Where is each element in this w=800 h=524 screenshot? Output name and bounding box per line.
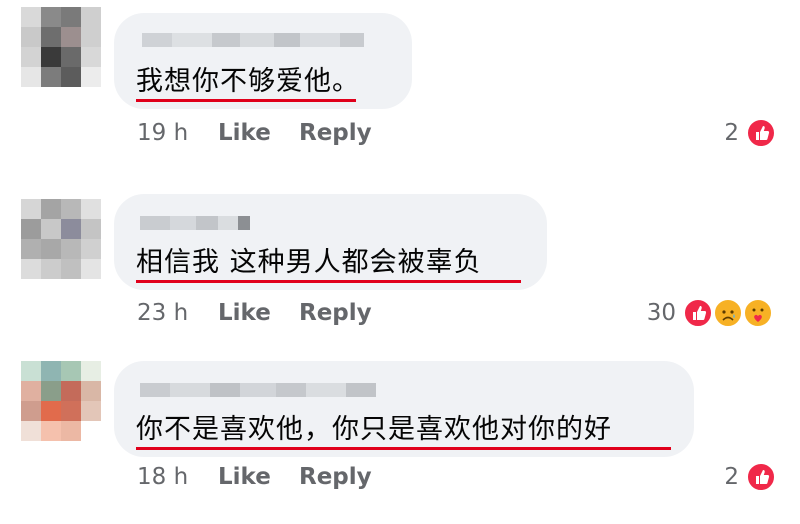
reply-button[interactable]: Reply [299, 300, 372, 326]
comment-bubble: 我想你不够爱他。 [114, 13, 412, 109]
avatar-pixel [81, 47, 101, 67]
avatar-pixel [21, 361, 41, 381]
author-name-blurred[interactable] [140, 383, 376, 397]
avatar-pixel [21, 67, 41, 87]
avatar-pixel [21, 219, 41, 239]
avatar-pixel [21, 381, 41, 401]
avatar-pixel [21, 7, 41, 27]
avatar-pixel [61, 361, 81, 381]
love-thumb-icon[interactable] [746, 118, 776, 148]
comment-text: 相信我 这种男人都会被辜负 [136, 247, 482, 278]
avatar-pixel [61, 47, 81, 67]
comment-bubble: 你不是喜欢他，你只是喜欢他对你的好 [114, 361, 694, 457]
avatar-pixel [21, 47, 41, 67]
avatar[interactable] [21, 199, 101, 279]
reaction-count[interactable]: 2 [715, 120, 739, 146]
timestamp[interactable]: 19 h [137, 120, 188, 146]
avatar-pixel [41, 259, 61, 279]
avatar-pixel [81, 7, 101, 27]
comment-text: 我想你不够爱他。 [136, 66, 360, 97]
avatar-pixel [41, 47, 61, 67]
avatar-pixel [21, 27, 41, 47]
like-button[interactable]: Like [218, 464, 271, 490]
avatar-pixel [81, 381, 101, 401]
text-underline [136, 280, 521, 283]
reply-button[interactable]: Reply [299, 464, 372, 490]
avatar-pixel [21, 239, 41, 259]
like-button[interactable]: Like [218, 120, 271, 146]
avatar-pixel [61, 219, 81, 239]
avatar-pixel [61, 7, 81, 27]
avatar-pixel [41, 401, 61, 421]
avatar-pixel [21, 401, 41, 421]
avatar-pixel [81, 401, 101, 421]
love-thumb-icon[interactable] [683, 298, 713, 328]
avatar-pixel [61, 27, 81, 47]
avatar-pixel [21, 199, 41, 219]
avatar-pixel [41, 27, 61, 47]
timestamp[interactable]: 18 h [137, 464, 188, 490]
care-icon[interactable] [743, 298, 773, 328]
avatar-pixel [81, 421, 101, 441]
comment-text: 你不是喜欢他，你只是喜欢他对你的好 [136, 414, 612, 445]
avatar-pixel [81, 67, 101, 87]
text-underline [136, 447, 671, 450]
avatar-pixel [21, 421, 41, 441]
avatar[interactable] [21, 7, 101, 87]
avatar-pixel [21, 259, 41, 279]
sad-icon[interactable] [713, 298, 743, 328]
avatar-pixel [41, 421, 61, 441]
love-thumb-icon[interactable] [746, 462, 776, 492]
avatar-pixel [81, 259, 101, 279]
avatar-pixel [81, 239, 101, 259]
avatar-pixel [41, 219, 61, 239]
avatar-pixel [41, 67, 61, 87]
comment-bubble: 相信我 这种男人都会被辜负 [114, 194, 547, 290]
avatar-pixel [81, 219, 101, 239]
reaction-count[interactable]: 30 [640, 300, 676, 326]
avatar-pixel [61, 381, 81, 401]
avatar-pixel [81, 27, 101, 47]
avatar-pixel [61, 401, 81, 421]
author-name-blurred[interactable] [140, 216, 250, 230]
avatar-pixel [81, 361, 101, 381]
avatar-pixel [61, 259, 81, 279]
avatar-pixel [61, 67, 81, 87]
avatar-pixel [41, 239, 61, 259]
avatar-pixel [61, 239, 81, 259]
avatar-pixel [41, 381, 61, 401]
reply-button[interactable]: Reply [299, 120, 372, 146]
avatar-pixel [61, 199, 81, 219]
like-button[interactable]: Like [218, 300, 271, 326]
avatar-pixel [41, 361, 61, 381]
timestamp[interactable]: 23 h [137, 300, 188, 326]
author-name-blurred[interactable] [142, 33, 364, 47]
avatar-pixel [61, 421, 81, 441]
avatar-pixel [41, 199, 61, 219]
avatar[interactable] [21, 361, 101, 441]
avatar-pixel [41, 7, 61, 27]
reaction-count[interactable]: 2 [715, 464, 739, 490]
text-underline [136, 99, 356, 102]
avatar-pixel [81, 199, 101, 219]
